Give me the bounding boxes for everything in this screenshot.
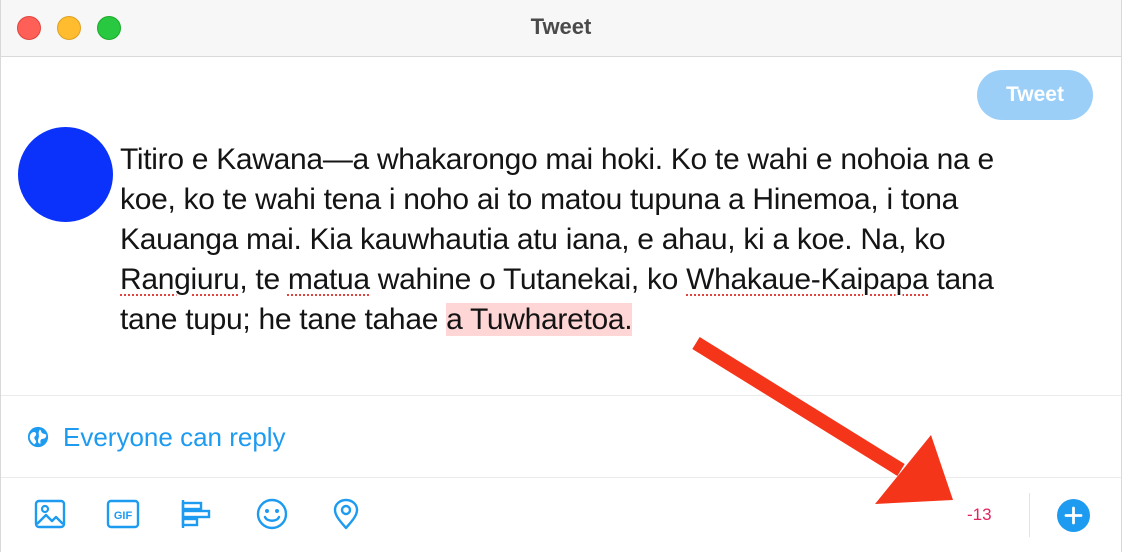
title-bar: Tweet: [1, 0, 1121, 57]
emoji-icon[interactable]: [255, 497, 289, 531]
over-limit-text: a Tuwharetoa.: [446, 303, 633, 336]
character-count: -13: [967, 505, 992, 524]
reply-setting-label: Everyone can reply: [63, 421, 286, 452]
gif-icon-label: GIF: [114, 510, 133, 522]
compose-text-segment: tana: [928, 263, 994, 296]
poll-icon[interactable]: [179, 497, 213, 531]
compose-text-line: tane tupu; he tane tahae a Tuwharetoa.: [120, 300, 1095, 340]
misspelled-word: Whakaue-Kaipapa: [686, 263, 929, 296]
divider: [1, 477, 1121, 478]
plus-icon: [1064, 506, 1083, 525]
compose-text-segment: Titiro e Kawana—a whakarongo mai hoki. K…: [120, 143, 994, 176]
tweet-compose-field[interactable]: Titiro e Kawana—a whakarongo mai hoki. K…: [120, 140, 1095, 340]
compose-text-segment: Kauanga mai. Kia kauwhautia atu iana, e …: [120, 223, 946, 256]
image-icon[interactable]: [33, 497, 67, 531]
tweet-submit-button[interactable]: Tweet: [977, 70, 1093, 120]
compose-text-line: Titiro e Kawana—a whakarongo mai hoki. K…: [120, 140, 1095, 180]
compose-text-segment: koe, ko te wahi tena i noho ai to matou …: [120, 183, 959, 216]
compose-text-segment: tane tupu; he tane tahae: [120, 303, 447, 336]
gif-icon[interactable]: GIF: [106, 497, 140, 531]
window-title: Tweet: [530, 14, 592, 39]
add-tweet-button[interactable]: [1057, 499, 1090, 532]
divider: [1, 395, 1121, 396]
avatar: [18, 127, 113, 222]
misspelled-word: Rangiuru: [120, 263, 240, 296]
compose-text-line: Kauanga mai. Kia kauwhautia atu iana, e …: [120, 220, 1095, 260]
toolbar-separator: [1029, 493, 1030, 537]
compose-text-line: Rangiuru, te matua wahine o Tutanekai, k…: [120, 260, 1095, 300]
location-icon[interactable]: [329, 497, 363, 531]
compose-text-segment: , te: [239, 263, 288, 296]
reply-setting-button[interactable]: Everyone can reply: [27, 420, 286, 454]
misspelled-word: matua: [287, 263, 370, 296]
compose-text-line: koe, ko te wahi tena i noho ai to matou …: [120, 180, 1095, 220]
tweet-window: Tweet Tweet Titiro e Kawana—a whakarongo…: [0, 0, 1122, 552]
globe-icon: [27, 426, 49, 448]
compose-text-segment: wahine o Tutanekai, ko: [369, 263, 687, 296]
